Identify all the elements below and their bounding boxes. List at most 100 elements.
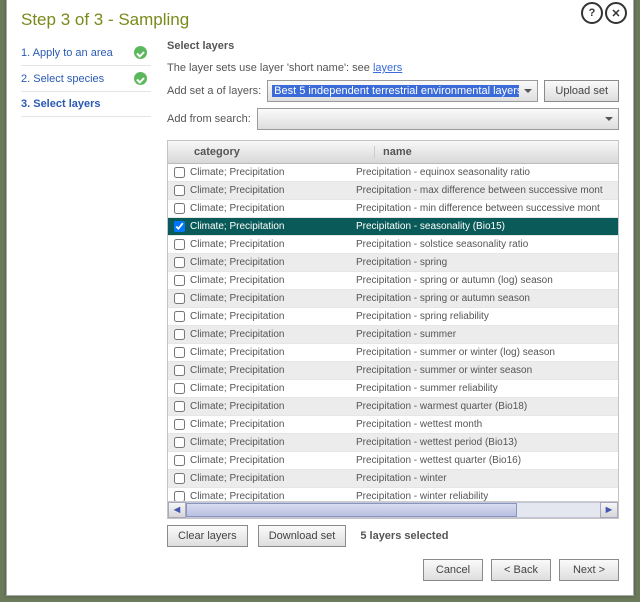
cell-name: Precipitation - wettest month (348, 419, 618, 430)
row-checkbox[interactable] (174, 383, 185, 394)
table-row[interactable]: Climate; PrecipitationPrecipitation - eq… (168, 164, 618, 182)
next-button[interactable]: Next > (559, 559, 619, 581)
wizard-step[interactable]: 3. Select layers (21, 92, 151, 117)
row-checkbox[interactable] (174, 239, 185, 250)
cell-category: Climate; Precipitation (190, 347, 348, 358)
table-row[interactable]: Climate; PrecipitationPrecipitation - sp… (168, 308, 618, 326)
wizard-step[interactable]: 1. Apply to an area (21, 40, 151, 66)
dialog-title: Step 3 of 3 - Sampling (21, 10, 619, 30)
table-row[interactable]: Climate; PrecipitationPrecipitation - su… (168, 326, 618, 344)
layers-grid: category name Climate; PrecipitationPrec… (167, 140, 619, 519)
row-checkbox[interactable] (174, 185, 185, 196)
close-icon[interactable]: ✕ (605, 2, 627, 24)
cell-category: Climate; Precipitation (190, 383, 348, 394)
column-category[interactable]: category (168, 146, 375, 158)
cell-name: Precipitation - summer or winter (log) s… (348, 347, 618, 358)
table-row[interactable]: Climate; PrecipitationPrecipitation - we… (168, 416, 618, 434)
row-checkbox[interactable] (174, 491, 185, 501)
layers-link[interactable]: layers (373, 62, 402, 74)
table-row[interactable]: Climate; PrecipitationPrecipitation - se… (168, 218, 618, 236)
row-checkbox[interactable] (174, 473, 185, 484)
scroll-left-icon[interactable]: ◄ (168, 502, 186, 518)
row-checkbox[interactable] (174, 437, 185, 448)
back-button[interactable]: < Back (491, 559, 551, 581)
scroll-right-icon[interactable]: ► (600, 502, 618, 518)
cell-name: Precipitation - spring or autumn season (348, 293, 618, 304)
cell-name: Precipitation - wettest quarter (Bio16) (348, 455, 618, 466)
layer-set-dropdown[interactable]: Best 5 independent terrestrial environme… (267, 80, 538, 102)
table-row[interactable]: Climate; PrecipitationPrecipitation - su… (168, 362, 618, 380)
table-row[interactable]: Climate; PrecipitationPrecipitation - su… (168, 344, 618, 362)
row-checkbox[interactable] (174, 275, 185, 286)
check-icon (134, 72, 147, 85)
cell-name: Precipitation - solstice seasonality rat… (348, 239, 618, 250)
table-row[interactable]: Climate; PrecipitationPrecipitation - wa… (168, 398, 618, 416)
cell-category: Climate; Precipitation (190, 365, 348, 376)
intro-text: The layer sets use layer 'short name': s… (167, 62, 619, 74)
cell-name: Precipitation - warmest quarter (Bio18) (348, 401, 618, 412)
row-checkbox[interactable] (174, 419, 185, 430)
step-label: 1. Apply to an area (21, 47, 113, 59)
row-checkbox[interactable] (174, 347, 185, 358)
cell-name: Precipitation - spring or autumn (log) s… (348, 275, 618, 286)
cell-name: Precipitation - equinox seasonality rati… (348, 167, 618, 178)
column-name[interactable]: name (375, 146, 618, 158)
cell-category: Climate; Precipitation (190, 455, 348, 466)
row-checkbox[interactable] (174, 401, 185, 412)
help-icon[interactable]: ? (581, 2, 603, 24)
upload-set-button[interactable]: Upload set (544, 80, 619, 102)
sampling-dialog: ? ✕ Step 3 of 3 - Sampling 1. Apply to a… (6, 0, 634, 596)
cell-name: Precipitation - summer reliability (348, 383, 618, 394)
wizard-step[interactable]: 2. Select species (21, 66, 151, 92)
cell-category: Climate; Precipitation (190, 185, 348, 196)
row-checkbox[interactable] (174, 167, 185, 178)
table-row[interactable]: Climate; PrecipitationPrecipitation - su… (168, 380, 618, 398)
table-row[interactable]: Climate; PrecipitationPrecipitation - sp… (168, 254, 618, 272)
row-checkbox[interactable] (174, 311, 185, 322)
cell-name: Precipitation - min difference between s… (348, 203, 618, 214)
cell-category: Climate; Precipitation (190, 491, 348, 501)
cell-name: Precipitation - winter (348, 473, 618, 484)
row-checkbox[interactable] (174, 293, 185, 304)
step-label: 2. Select species (21, 73, 104, 85)
table-row[interactable]: Climate; PrecipitationPrecipitation - mi… (168, 200, 618, 218)
row-checkbox[interactable] (174, 329, 185, 340)
cell-name: Precipitation - spring reliability (348, 311, 618, 322)
add-set-label: Add set a of layers: (167, 85, 261, 97)
row-checkbox[interactable] (174, 221, 185, 232)
cancel-button[interactable]: Cancel (423, 559, 483, 581)
cell-category: Climate; Precipitation (190, 167, 348, 178)
cell-category: Climate; Precipitation (190, 437, 348, 448)
clear-layers-button[interactable]: Clear layers (167, 525, 248, 547)
cell-name: Precipitation - winter reliability (348, 491, 618, 501)
table-row[interactable]: Climate; PrecipitationPrecipitation - sp… (168, 290, 618, 308)
table-row[interactable]: Climate; PrecipitationPrecipitation - wi… (168, 488, 618, 501)
scroll-thumb[interactable] (186, 503, 517, 517)
cell-name: Precipitation - seasonality (Bio15) (348, 221, 618, 232)
row-checkbox[interactable] (174, 203, 185, 214)
cell-name: Precipitation - summer or winter season (348, 365, 618, 376)
table-row[interactable]: Climate; PrecipitationPrecipitation - ma… (168, 182, 618, 200)
row-checkbox[interactable] (174, 365, 185, 376)
cell-category: Climate; Precipitation (190, 221, 348, 232)
grid-body[interactable]: Climate; PrecipitationPrecipitation - eq… (168, 164, 618, 501)
table-row[interactable]: Climate; PrecipitationPrecipitation - so… (168, 236, 618, 254)
cell-name: Precipitation - spring (348, 257, 618, 268)
search-dropdown[interactable] (257, 108, 619, 130)
table-row[interactable]: Climate; PrecipitationPrecipitation - sp… (168, 272, 618, 290)
download-set-button[interactable]: Download set (258, 525, 347, 547)
cell-category: Climate; Precipitation (190, 203, 348, 214)
section-label: Select layers (167, 40, 619, 52)
row-checkbox[interactable] (174, 257, 185, 268)
cell-category: Climate; Precipitation (190, 401, 348, 412)
selection-status: 5 layers selected (360, 530, 448, 542)
add-from-search-label: Add from search: (167, 113, 251, 125)
table-row[interactable]: Climate; PrecipitationPrecipitation - wi… (168, 470, 618, 488)
row-checkbox[interactable] (174, 455, 185, 466)
step-label: 3. Select layers (21, 98, 101, 110)
wizard-steps: 1. Apply to an area 2. Select species 3. S… (21, 40, 151, 581)
table-row[interactable]: Climate; PrecipitationPrecipitation - we… (168, 452, 618, 470)
cell-category: Climate; Precipitation (190, 311, 348, 322)
table-row[interactable]: Climate; PrecipitationPrecipitation - we… (168, 434, 618, 452)
horizontal-scrollbar[interactable]: ◄ ► (168, 501, 618, 518)
